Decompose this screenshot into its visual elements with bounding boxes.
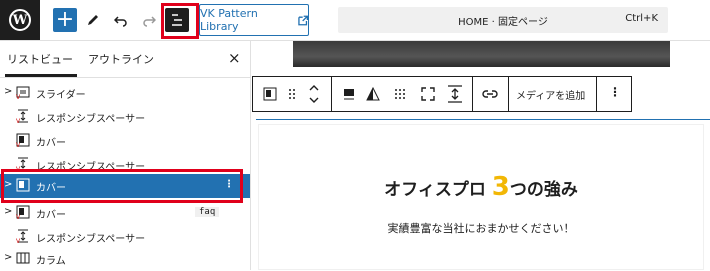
drag-handle-icon[interactable]: [287, 87, 297, 101]
list-item[interactable]: V レスポンシブスペーサー: [0, 105, 250, 129]
link-icon[interactable]: [482, 88, 498, 100]
command-palette[interactable]: HOME · 固定ページ Ctrl+K: [338, 7, 668, 33]
vk-pattern-library-button[interactable]: VK Pattern Library: [199, 4, 309, 36]
list-view-button[interactable]: [165, 8, 189, 32]
slider-icon: V: [16, 86, 30, 99]
document-title: HOME · 固定ページ: [458, 17, 548, 28]
close-button[interactable]: ×: [228, 49, 241, 67]
spacer-icon[interactable]: [447, 85, 463, 103]
duotone-icon[interactable]: [366, 87, 380, 101]
full-height-icon[interactable]: [421, 87, 435, 101]
list-item-label: レスポンシブスペーサー: [36, 234, 146, 245]
tab-list-view[interactable]: リストビュー: [7, 51, 73, 67]
list-item[interactable]: > カラム: [0, 247, 250, 271]
list-item-label: カラム: [36, 256, 66, 267]
list-view-icon: [172, 14, 182, 26]
wordpress-logo-button[interactable]: W: [0, 0, 40, 40]
tab-active-indicator: [5, 74, 77, 77]
heading-prefix: オフィスプロ: [384, 180, 486, 200]
cover-icon: V: [16, 205, 30, 219]
selected-block-outline: [256, 119, 710, 120]
list-item-label: カバー: [36, 138, 66, 149]
wordpress-logo-icon: W: [9, 9, 31, 31]
list-item-label: カバー: [36, 210, 66, 221]
block-toolbar: メディアを追加 ⋮: [252, 76, 632, 112]
content-position-icon[interactable]: [393, 87, 407, 101]
redo-icon[interactable]: [137, 8, 161, 32]
chevron-right-icon[interactable]: >: [4, 252, 12, 263]
spacer-icon: V: [16, 229, 28, 243]
tab-outline[interactable]: アウトライン: [88, 51, 154, 67]
cover-icon[interactable]: [263, 87, 277, 101]
external-link-icon: [297, 15, 308, 25]
toolbar-divider: [596, 77, 597, 111]
heading-number: 3: [491, 172, 510, 202]
add-block-button[interactable]: +: [53, 8, 77, 32]
list-item-label: スライダー: [36, 90, 86, 101]
list-item[interactable]: > V カバー faq: [0, 201, 250, 225]
sidebar-tabs: リストビュー アウトライン ×: [0, 41, 250, 78]
toolbar-divider: [508, 77, 509, 111]
chevron-right-icon[interactable]: >: [4, 86, 12, 97]
vk-pattern-library-label: VK Pattern Library: [200, 7, 258, 33]
move-up-down-icon[interactable]: [308, 83, 320, 105]
add-media-button[interactable]: メディアを追加: [516, 87, 585, 102]
section-subtitle: 実績豊富な当社におまかせください！: [387, 222, 575, 235]
highlight-box: [1, 169, 243, 203]
list-item-label: レスポンシブスペーサー: [36, 114, 146, 125]
undo-icon[interactable]: [109, 8, 133, 32]
list-view-sidebar: リストビュー アウトライン × > V スライダー V レスポンシブスペーサー …: [0, 41, 251, 270]
cover-image-strip: [293, 41, 670, 67]
toolbar-divider: [472, 77, 473, 111]
spacer-icon: V: [16, 109, 28, 123]
pencil-icon[interactable]: [81, 8, 105, 32]
list-item[interactable]: V カバー: [0, 129, 250, 153]
anchor-badge: faq: [195, 207, 220, 217]
heading-suffix: つの強み: [509, 180, 578, 200]
align-icon[interactable]: [342, 87, 356, 101]
command-shortcut: Ctrl+K: [625, 13, 658, 24]
toolbar-divider: [331, 77, 332, 111]
more-options-icon[interactable]: ⋮: [609, 85, 621, 99]
chevron-right-icon[interactable]: >: [4, 206, 12, 217]
section-heading: オフィスプロ 3つの強み: [258, 172, 704, 202]
columns-icon: [16, 252, 30, 264]
cover-icon: V: [16, 133, 30, 147]
list-item[interactable]: > V スライダー: [0, 81, 250, 105]
list-item[interactable]: V レスポンシブスペーサー: [0, 225, 250, 249]
